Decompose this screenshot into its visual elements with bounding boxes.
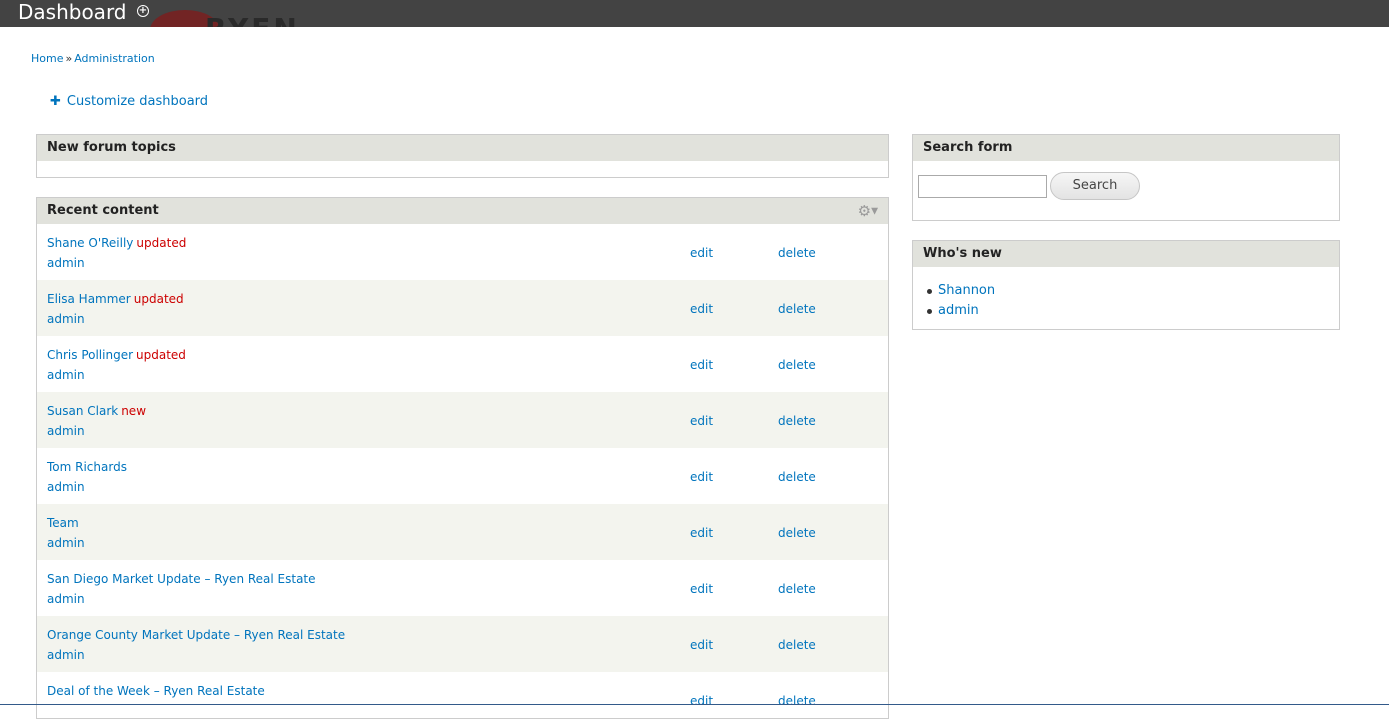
search-form-block: Search form Search	[912, 134, 1340, 221]
configure-gear-icon[interactable]: ⚙▼	[858, 198, 878, 225]
block-title: Recent content	[47, 203, 159, 218]
content-title-link[interactable]: Shane O'Reilly	[47, 236, 133, 250]
recent-content-block: Recent content ⚙▼ Shane O'Reilly updated a…	[36, 197, 889, 719]
content-author-link[interactable]: admin	[47, 256, 85, 270]
user-link[interactable]: Shannon	[938, 283, 995, 298]
whos-new-list: Shannon admin	[913, 267, 1339, 321]
admin-title-bar: RYEN Dashboard +	[0, 0, 1389, 27]
content-title-link[interactable]: Deal of the Week – Ryen Real Estate	[47, 684, 265, 698]
customize-dashboard-link[interactable]: ✚ Customize dashboard	[50, 94, 208, 109]
content-author-link[interactable]: admin	[47, 480, 85, 494]
table-row: Team admin edit delete	[37, 504, 888, 560]
recent-content-list: Shane O'Reilly updated admin edit delete Elis…	[37, 224, 888, 718]
content-title-link[interactable]: Elisa Hammer	[47, 292, 131, 306]
table-row: San Diego Market Update – Ryen Real Esta…	[37, 560, 888, 616]
edit-link[interactable]: edit	[690, 246, 713, 260]
search-button[interactable]: Search	[1050, 172, 1140, 200]
user-link[interactable]: admin	[938, 303, 979, 318]
edit-link[interactable]: edit	[690, 638, 713, 652]
edit-link[interactable]: edit	[690, 358, 713, 372]
customize-dashboard-label[interactable]: Customize dashboard	[67, 94, 208, 109]
content-status-marker: new	[121, 404, 147, 418]
content-status-marker: updated	[136, 348, 186, 362]
delete-link[interactable]: delete	[778, 694, 816, 708]
table-row: Elisa Hammer updated admin edit delete	[37, 280, 888, 336]
content-title-link[interactable]: Chris Pollinger	[47, 348, 133, 362]
new-forum-topics-block: New forum topics	[36, 134, 889, 178]
breadcrumb-separator: »	[65, 52, 73, 65]
table-row: Deal of the Week – Ryen Real Estate edit d…	[37, 672, 888, 718]
content-title-link[interactable]: Orange County Market Update – Ryen Real …	[47, 628, 345, 642]
whos-new-block: Who's new Shannon admin	[912, 240, 1340, 330]
content-author-link[interactable]: admin	[47, 424, 85, 438]
delete-link[interactable]: delete	[778, 470, 816, 484]
breadcrumb: Home» Administration	[31, 52, 155, 65]
plus-icon: ✚	[50, 94, 61, 109]
content-status-marker: updated	[136, 236, 187, 250]
bullet-icon	[927, 309, 932, 314]
content-author-link[interactable]: admin	[47, 368, 85, 382]
edit-link[interactable]: edit	[690, 694, 713, 708]
edit-link[interactable]: edit	[690, 414, 713, 428]
window-bottom-border	[0, 704, 1389, 705]
block-title: Who's new	[913, 241, 1339, 267]
delete-link[interactable]: delete	[778, 246, 816, 260]
delete-link[interactable]: delete	[778, 302, 816, 316]
content-author-link[interactable]: admin	[47, 312, 85, 326]
edit-link[interactable]: edit	[690, 526, 713, 540]
table-row: Orange County Market Update – Ryen Real …	[37, 616, 888, 672]
block-title: New forum topics	[37, 135, 888, 161]
table-row: Chris Pollinger updated admin edit delete	[37, 336, 888, 392]
breadcrumb-administration[interactable]: Administration	[74, 52, 155, 65]
delete-link[interactable]: delete	[778, 414, 816, 428]
delete-link[interactable]: delete	[778, 638, 816, 652]
bullet-icon	[927, 289, 932, 294]
table-row: Susan Clark new admin edit delete	[37, 392, 888, 448]
table-row: Shane O'Reilly updated admin edit delete	[37, 224, 888, 280]
content-title-link[interactable]: Tom Richards	[47, 460, 127, 474]
list-item: Shannon	[927, 281, 1339, 301]
content-title-link[interactable]: Team	[47, 516, 79, 530]
list-item: admin	[927, 301, 1339, 321]
block-title: Search form	[913, 135, 1339, 161]
delete-link[interactable]: delete	[778, 582, 816, 596]
add-shortcut-icon[interactable]: +	[137, 5, 149, 17]
breadcrumb-home[interactable]: Home	[31, 52, 63, 65]
content-author-link[interactable]: admin	[47, 536, 85, 550]
content-author-link[interactable]: admin	[47, 592, 85, 606]
site-logo-text: RYEN	[205, 12, 300, 27]
recent-content-header: Recent content ⚙▼	[37, 198, 888, 224]
content-title-link[interactable]: Susan Clark	[47, 404, 118, 418]
content-author-link[interactable]: admin	[47, 648, 85, 662]
edit-link[interactable]: edit	[690, 302, 713, 316]
content-title-link[interactable]: San Diego Market Update – Ryen Real Esta…	[47, 572, 316, 586]
search-input[interactable]	[918, 175, 1047, 198]
delete-link[interactable]: delete	[778, 526, 816, 540]
edit-link[interactable]: edit	[690, 470, 713, 484]
edit-link[interactable]: edit	[690, 582, 713, 596]
table-row: Tom Richards admin edit delete	[37, 448, 888, 504]
delete-link[interactable]: delete	[778, 358, 816, 372]
content-status-marker: updated	[133, 292, 184, 306]
page-title: Dashboard	[18, 0, 127, 24]
